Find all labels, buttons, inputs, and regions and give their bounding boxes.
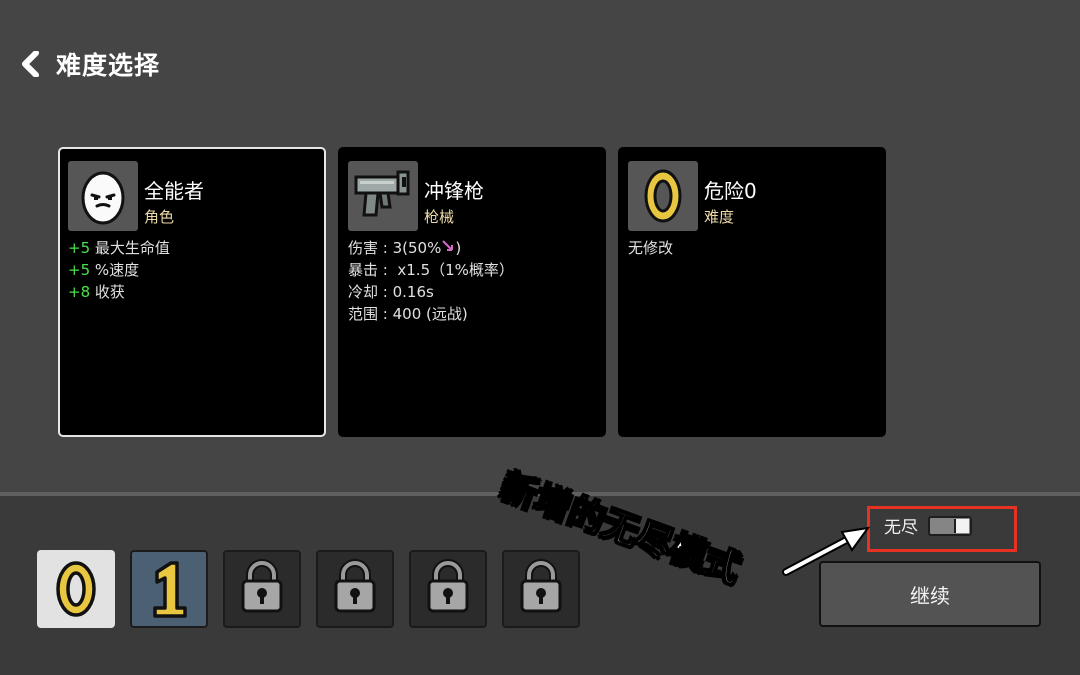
difficulty-locked-button[interactable] bbox=[409, 550, 487, 628]
difficulty-0-button[interactable] bbox=[37, 550, 115, 628]
stat-list: 伤害 : 3(50%) 暴击 : x1.5（1%概率） 冷却 : 0.16s 范… bbox=[348, 237, 596, 325]
difficulty-locked-button[interactable] bbox=[316, 550, 394, 628]
stat-line: 无修改 bbox=[628, 239, 674, 257]
stat-list: 无修改 bbox=[628, 237, 876, 259]
stat-value: +5 bbox=[68, 261, 91, 279]
stat-label: 暴击 bbox=[348, 261, 379, 279]
stat-line: +5 %速度 bbox=[68, 259, 316, 281]
stat-label: %速度 bbox=[94, 261, 140, 279]
difficulty-card[interactable]: 危险0 难度 无修改 bbox=[618, 147, 886, 437]
stat-value: 400 (远战) bbox=[392, 305, 468, 323]
padlock-icon bbox=[331, 559, 379, 619]
potato-face-icon bbox=[68, 161, 138, 231]
stat-line: 暴击 : x1.5（1%概率） bbox=[348, 261, 514, 279]
card-name: 危险0 bbox=[704, 179, 757, 203]
stat-line: +5 最大生命值 bbox=[68, 237, 316, 259]
chevron-left-icon[interactable] bbox=[20, 44, 44, 84]
padlock-icon bbox=[238, 559, 286, 619]
difficulty-locked-button[interactable] bbox=[502, 550, 580, 628]
difficulty-selector bbox=[37, 550, 580, 628]
stat-value: 3(50% bbox=[392, 239, 442, 257]
stat-label: 最大生命值 bbox=[94, 239, 170, 257]
stat-value: 0.16s bbox=[392, 283, 434, 301]
stat-label: 冷却 bbox=[348, 283, 379, 301]
weapon-card[interactable]: 冲锋枪 枪械 伤害 : 3(50%) 暴击 : x1.5（1%概率） 冷却 : … bbox=[338, 147, 606, 437]
endless-label: 无尽 bbox=[884, 518, 918, 538]
stat-label: 范围 bbox=[348, 305, 379, 323]
stat-line: 冷却 : 0.16s bbox=[348, 283, 434, 301]
difficulty-locked-button[interactable] bbox=[223, 550, 301, 628]
padlock-icon bbox=[424, 559, 472, 619]
page-title: 难度选择 bbox=[56, 51, 161, 80]
stat-value: +5 bbox=[68, 239, 91, 257]
ranged-damage-icon bbox=[441, 239, 455, 257]
stat-list: +5 最大生命值 +5 %速度 +8 收获 bbox=[68, 237, 316, 303]
endless-toggle[interactable]: 无尽 bbox=[884, 513, 972, 538]
stat-line: 范围 : 400 (远战) bbox=[348, 305, 468, 323]
difficulty-1-button[interactable] bbox=[130, 550, 208, 628]
endless-switch[interactable] bbox=[928, 515, 972, 536]
stat-suffix: ) bbox=[455, 239, 462, 257]
card-name: 全能者 bbox=[144, 179, 204, 203]
stat-value: x1.5（1%概率） bbox=[397, 261, 514, 279]
stat-label: 收获 bbox=[94, 283, 125, 301]
card-type: 难度 bbox=[704, 208, 735, 226]
smg-gun-icon bbox=[348, 161, 418, 231]
danger-zero-icon bbox=[628, 161, 698, 231]
stat-label: 伤害 bbox=[348, 239, 379, 257]
stat-line: +8 收获 bbox=[68, 281, 316, 303]
card-type: 枪械 bbox=[424, 208, 455, 226]
selection-cards: 全能者 角色 +5 最大生命值 +5 %速度 +8 收获 冲锋枪 枪械 伤害:… bbox=[58, 147, 886, 437]
header: 难度选择 bbox=[20, 44, 160, 84]
stat-value: +8 bbox=[68, 283, 91, 301]
stat-line: 伤害 : 3(50%) bbox=[348, 239, 462, 257]
annotation-arrow-icon bbox=[782, 526, 871, 576]
switch-knob bbox=[954, 518, 969, 533]
card-type: 角色 bbox=[144, 208, 175, 226]
padlock-icon bbox=[517, 559, 565, 619]
card-name: 冲锋枪 bbox=[424, 179, 484, 203]
character-card[interactable]: 全能者 角色 +5 最大生命值 +5 %速度 +8 收获 bbox=[58, 147, 326, 437]
